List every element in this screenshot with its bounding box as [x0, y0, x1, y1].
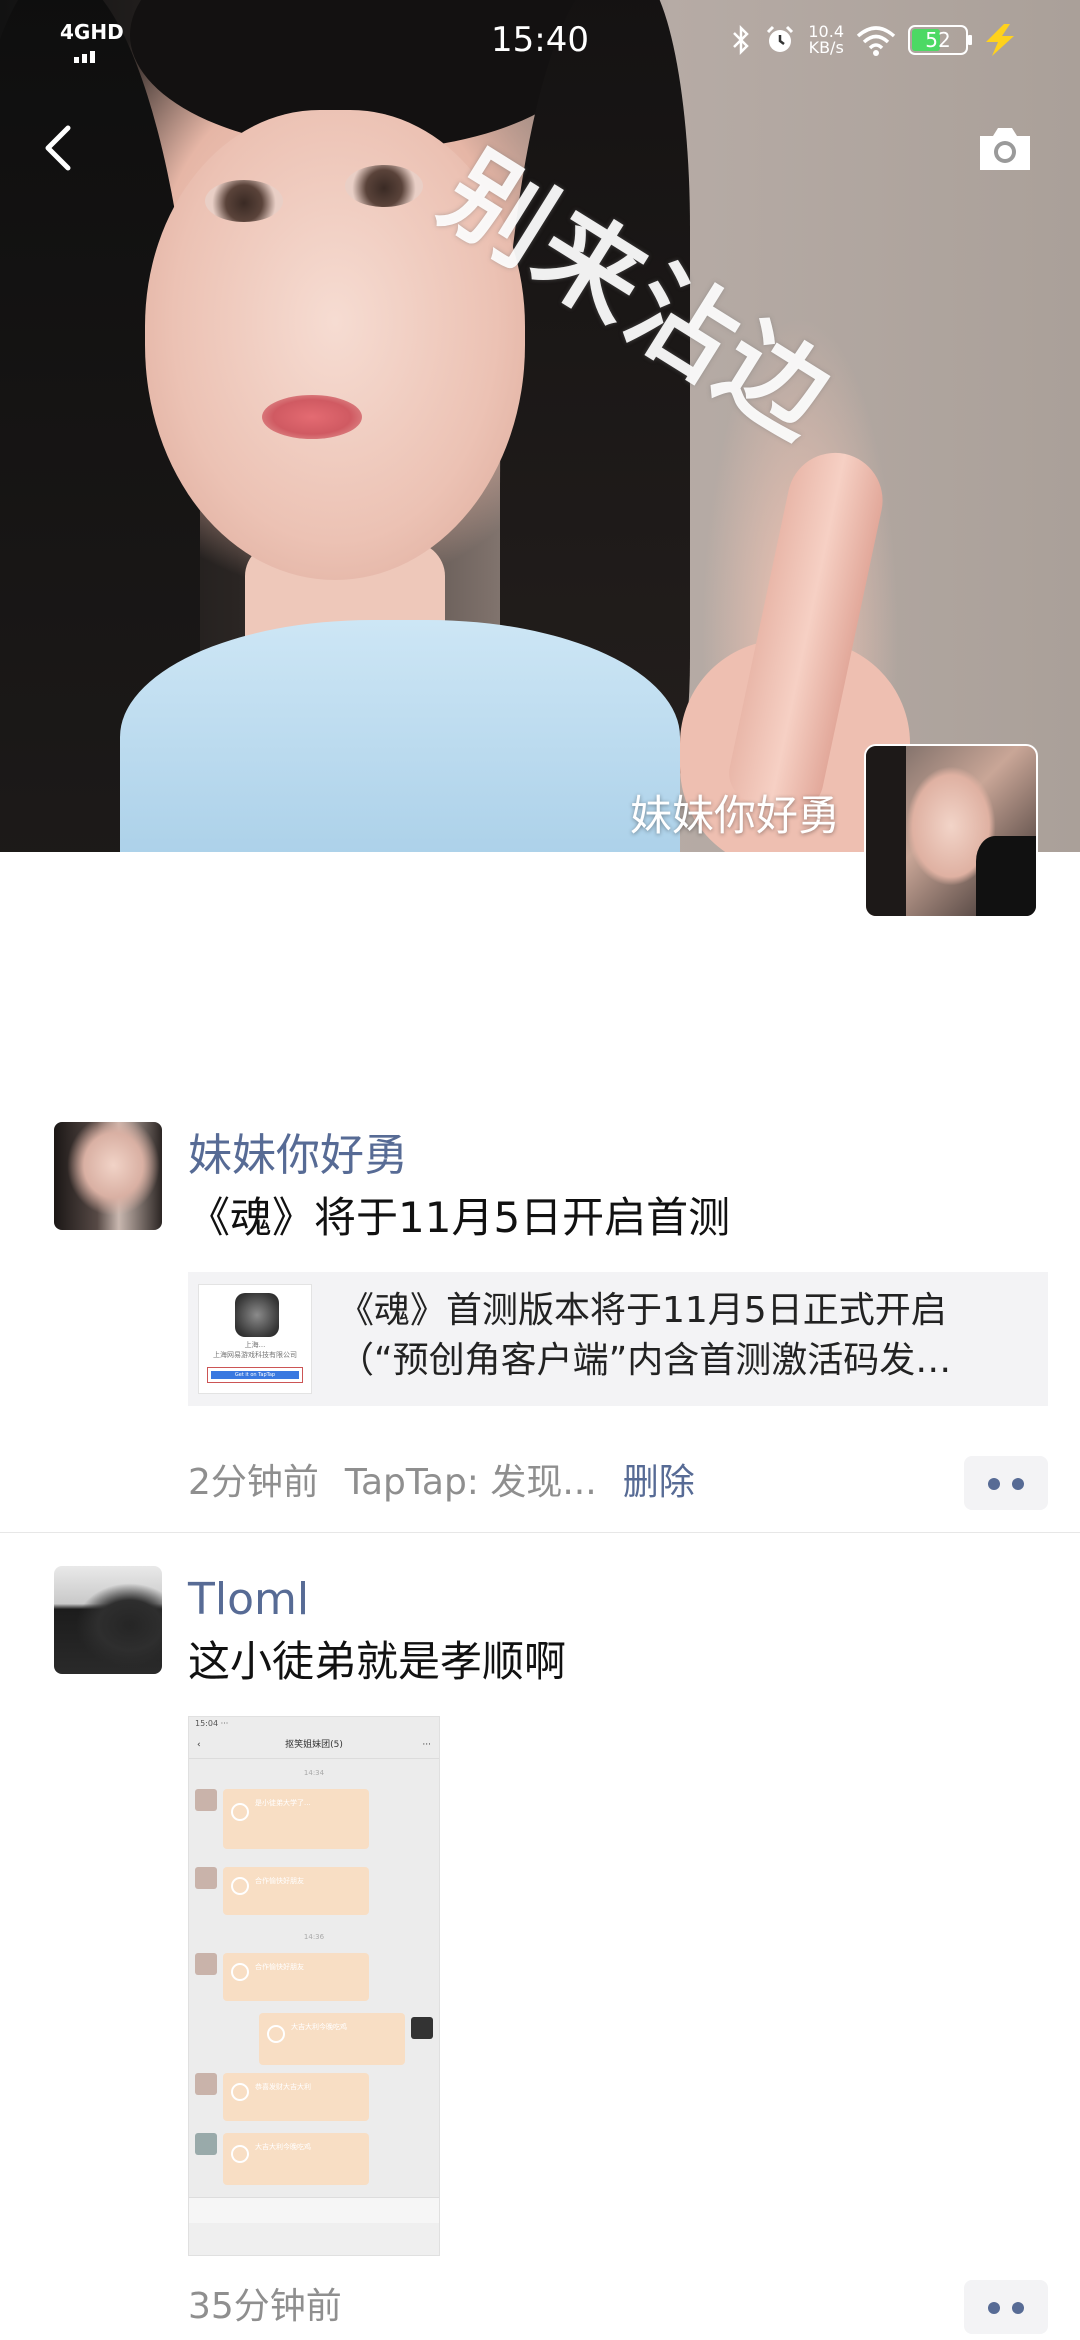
shared-link-title: 《魂》首测版本将于11月5日正式开启（“预创角客户端”内含首测激活码发…	[338, 1290, 952, 1381]
status-bar: 4GHD 15:40 10.4 KB/s 52	[0, 0, 1080, 80]
post-time: 2分钟前	[188, 1462, 319, 1503]
thumb-download-button: Get it on TapTap	[207, 1367, 303, 1383]
post-source[interactable]: TapTap: 发现...	[345, 1462, 597, 1503]
network-speed: 10.4 KB/s	[808, 22, 844, 57]
post-text: 《魂》将于11月5日开启首测	[188, 1193, 731, 1242]
image-chat-title: 抠笑姐妹团(5)	[285, 1740, 343, 1750]
post-divider	[0, 1532, 1080, 1533]
app-icon	[235, 1293, 279, 1337]
shared-link-card[interactable]: 上海... 上海网易游戏科技有限公司 Get it on TapTap 《魂》首…	[188, 1272, 1048, 1406]
post-author-name[interactable]: Tloml	[188, 1572, 309, 1628]
cover-photo[interactable]: 别来沾边	[0, 0, 1080, 852]
moments-page: 别来沾边 4GHD 15:40 10.4 KB/s 52 妹妹你好勇 妹妹你好勇…	[0, 0, 1080, 2340]
camera-button[interactable]	[976, 124, 1034, 174]
post-author-name[interactable]: 妹妹你好勇	[188, 1128, 408, 1184]
back-button[interactable]	[34, 118, 84, 178]
more-actions-button[interactable]	[964, 2280, 1048, 2334]
image-status-time: 15:04	[195, 1719, 219, 1728]
owner-avatar[interactable]	[864, 744, 1038, 918]
post-author-avatar[interactable]	[54, 1566, 162, 1674]
battery-level: 52	[925, 28, 951, 52]
cover-owner-name[interactable]: 妹妹你好勇	[630, 782, 840, 843]
charging-icon	[986, 24, 1014, 56]
bluetooth-icon	[733, 24, 750, 56]
chevron-left-icon	[45, 125, 71, 171]
post-meta: 2分钟前 TapTap: 发现... 删除	[188, 1458, 695, 1508]
post-meta: 35分钟前	[188, 2282, 342, 2332]
post-time: 35分钟前	[188, 2286, 342, 2327]
camera-icon	[980, 128, 1030, 170]
wifi-icon	[856, 26, 896, 56]
image-timestamp: 14:36	[303, 1933, 325, 1941]
delete-button[interactable]: 删除	[623, 1462, 695, 1503]
more-dots-icon	[988, 2302, 1000, 2314]
thumb-caption: 上海...	[244, 1341, 266, 1349]
thumb-publisher: 上海网易游戏科技有限公司	[213, 1351, 297, 1359]
battery-icon: 52	[908, 25, 972, 55]
more-dots-icon	[988, 1478, 1000, 1490]
alarm-icon	[767, 25, 794, 52]
image-timestamp: 14:34	[303, 1769, 325, 1777]
post-author-avatar[interactable]	[54, 1122, 162, 1230]
more-actions-button[interactable]	[964, 1456, 1048, 1510]
shared-link-thumbnail: 上海... 上海网易游戏科技有限公司 Get it on TapTap	[198, 1284, 312, 1394]
post-text: 这小徒弟就是孝顺啊	[188, 1637, 567, 1686]
post-image[interactable]: 15:04 ··· ‹ 抠笑姐妹团(5) ··· 14:34 是小徒弟大学了... …	[188, 1716, 440, 2256]
